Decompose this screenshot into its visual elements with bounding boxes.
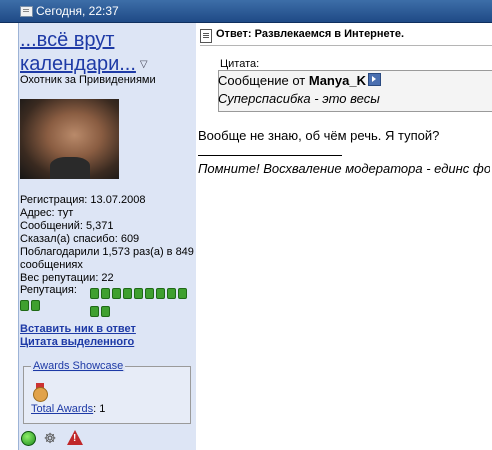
user-info-panel: ...всё врут календари... ▽ Охотник за При…: [18, 23, 197, 450]
message-count: Сообщений: 5,371: [20, 220, 114, 232]
reputation-block: [145, 288, 154, 299]
thanked-by-count: Поблагодарили 1,573 раз(а) в 849 сообщен…: [20, 246, 194, 271]
online-status-icon: [21, 431, 36, 446]
registration-date: Регистрация: 13.07.2008: [20, 194, 146, 206]
post-date: Сегодня, 22:37: [36, 4, 119, 18]
quote-author: Manya_K: [308, 73, 366, 88]
post-content: Ответ: Развлекаемся в Интернете. Цитата:…: [196, 23, 492, 450]
reputation-bar-overflow: [20, 298, 42, 316]
medal-disc: [33, 387, 48, 402]
username-link[interactable]: ...всё врут календари... ▽: [20, 28, 190, 77]
username-text[interactable]: ...всё врут календари...: [20, 29, 136, 75]
quote-author-line: Сообщение от Manya_K: [218, 73, 381, 88]
signature-divider: [198, 155, 342, 156]
post-body: Вообще не знаю, об чём речь. Я тупой?: [198, 128, 440, 143]
total-awards-value: : 1: [93, 403, 106, 415]
insert-nick-link[interactable]: Вставить ник в ответ: [20, 323, 136, 335]
post-header-bar: Сегодня, 22:37: [0, 0, 492, 23]
reputation-block: [178, 288, 187, 299]
avatar: [20, 99, 119, 179]
post-title: Ответ: Развлекаемся в Интернете.: [216, 28, 405, 40]
reputation-block: [90, 288, 99, 299]
total-awards: Total Awards: 1: [31, 403, 105, 415]
awards-showcase-link[interactable]: Awards Showcase: [31, 360, 126, 372]
thanked-count: Сказал(а) спасибо: 609: [20, 233, 140, 245]
reputation-bar: [90, 286, 196, 322]
quote-selected-link[interactable]: Цитата выделенного: [20, 336, 134, 348]
reputation-block: [101, 288, 110, 299]
post-title-icon: [200, 29, 212, 43]
reputation-block: [90, 306, 99, 317]
view-post-arrow-icon[interactable]: [367, 73, 381, 86]
signature-text: Помните! Восхваление модератора - единс …: [198, 161, 490, 176]
total-awards-link[interactable]: Total Awards: [31, 403, 93, 415]
reputation-block: [167, 288, 176, 299]
quote-text: Суперспасибка - это весы: [218, 91, 380, 106]
medal-icon[interactable]: [31, 383, 49, 402]
reputation-block: [123, 288, 132, 299]
reputation-block: [101, 306, 110, 317]
user-profile-icon[interactable]: ☸: [42, 430, 58, 446]
title-divider: [200, 45, 492, 46]
post-icon: [20, 6, 33, 17]
reputation-block: [31, 300, 40, 311]
reputation-label: Репутация:: [20, 284, 77, 296]
reputation-block: [134, 288, 143, 299]
reputation-block: [112, 288, 121, 299]
reputation-block: [156, 288, 165, 299]
user-title: Охотник за Привидениями: [20, 74, 156, 86]
quote-from-prefix: Сообщение от: [218, 73, 309, 88]
reputation-block: [20, 300, 29, 311]
report-warning-icon[interactable]: [67, 430, 83, 445]
quote-label: Цитата:: [220, 58, 260, 70]
user-address: Адрес: тут: [20, 207, 74, 219]
